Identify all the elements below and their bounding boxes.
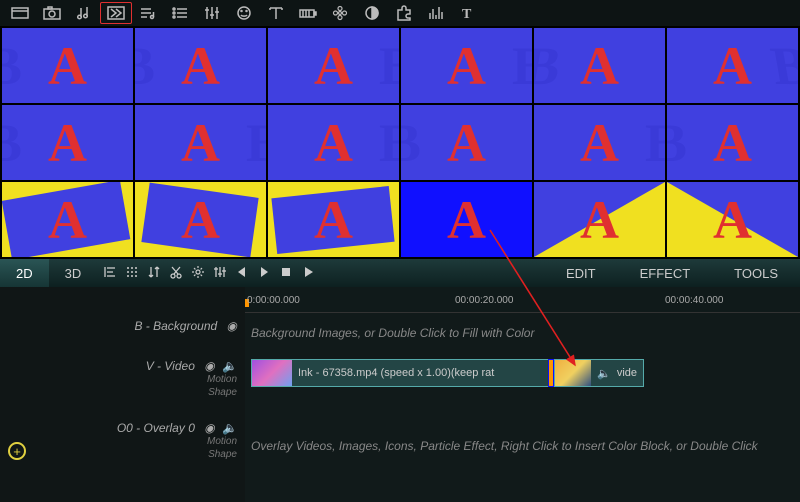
transition-thumb[interactable]: BA — [667, 28, 798, 103]
add-track-button[interactable]: + — [8, 442, 26, 460]
cut-icon[interactable] — [169, 265, 183, 282]
ruler-tick: 00:00:20.000 — [455, 295, 513, 306]
transition-icon[interactable] — [100, 2, 132, 24]
transition-thumb[interactable]: BA — [268, 28, 399, 103]
tab-effect[interactable]: EFFECT — [618, 266, 713, 281]
ruler-tick: 0:00:00.000 — [247, 295, 300, 306]
transition-thumb[interactable]: BA — [135, 28, 266, 103]
playlist-icon[interactable] — [132, 2, 164, 24]
transition-thumb[interactable]: A — [268, 182, 399, 257]
track-lane-background[interactable]: Background Images, or Double Click to Fi… — [245, 313, 800, 353]
eye-icon[interactable]: ◉ — [204, 359, 214, 373]
track-header-overlay[interactable]: O0 - Overlay 0 ◉ 🔈 Motion Shape — [0, 415, 245, 477]
play-icon[interactable] — [301, 265, 315, 282]
timeline-tracks[interactable]: 0:00:00.000 00:00:20.000 00:00:40.000 Ba… — [245, 287, 800, 502]
video-clip[interactable]: Ink - 67358.mp4 (speed x 1.00)(keep rat — [251, 359, 551, 387]
transition-thumb[interactable]: BA — [2, 28, 133, 103]
align-left-icon[interactable] — [103, 265, 117, 282]
sliders-icon[interactable] — [213, 265, 227, 282]
type-icon[interactable]: T — [452, 2, 484, 24]
track-hint: Background Images, or Double Click to Fi… — [251, 326, 534, 340]
transition-thumb[interactable]: A — [667, 182, 798, 257]
ruler-tick: 00:00:40.000 — [665, 295, 723, 306]
battery-icon[interactable] — [292, 2, 324, 24]
panel-bar: 2D 3D EDIT EFFECT TOOLS — [0, 259, 800, 287]
transition-thumb[interactable]: BA — [534, 105, 665, 180]
frame-icon[interactable] — [4, 2, 36, 24]
clip-label: Ink - 67358.mp4 (speed x 1.00)(keep rat — [292, 367, 500, 379]
stop-icon[interactable] — [279, 265, 293, 282]
transition-thumb[interactable]: BA — [268, 105, 399, 180]
timeline-ruler[interactable]: 0:00:00.000 00:00:20.000 00:00:40.000 — [245, 287, 800, 313]
track-header-background[interactable]: B - Background ◉ — [0, 313, 245, 353]
smiley-icon[interactable] — [228, 2, 260, 24]
timeline-track-headers: B - Background ◉ V - Video ◉ 🔈 Motion Sh… — [0, 287, 245, 502]
speaker-icon[interactable]: 🔈 — [222, 359, 237, 373]
equalizer-icon[interactable] — [420, 2, 452, 24]
transition-thumb[interactable]: A — [2, 182, 133, 257]
clip-thumbnail — [555, 360, 591, 386]
speaker-icon[interactable]: 🔈 — [222, 421, 237, 435]
track-lane-overlay[interactable]: Overlay Videos, Images, Icons, Particle … — [245, 415, 800, 477]
timeline: B - Background ◉ V - Video ◉ 🔈 Motion Sh… — [0, 287, 800, 502]
transition-thumb[interactable]: BA — [135, 105, 266, 180]
gear-icon[interactable] — [191, 265, 205, 282]
next-icon[interactable] — [257, 265, 271, 282]
puzzle-icon[interactable] — [388, 2, 420, 24]
transition-thumb[interactable]: BA — [534, 28, 665, 103]
eye-icon[interactable]: ◉ — [227, 319, 237, 333]
tab-3d[interactable]: 3D — [49, 259, 98, 287]
track-sub-motion: Motion — [0, 373, 237, 386]
tab-2d[interactable]: 2D — [0, 259, 49, 287]
transition-thumb[interactable]: BA — [667, 105, 798, 180]
grid-icon[interactable] — [125, 265, 139, 282]
contrast-icon[interactable] — [356, 2, 388, 24]
music-icon[interactable] — [68, 2, 100, 24]
prev-icon[interactable] — [235, 265, 249, 282]
top-toolbar: T — [0, 0, 800, 26]
text-t-icon[interactable] — [260, 2, 292, 24]
panel-mid-icons — [97, 265, 321, 282]
tab-tools[interactable]: TOOLS — [712, 266, 800, 281]
clip-speaker-icon: 🔈 — [591, 367, 617, 380]
track-label: V - Video — [146, 359, 195, 373]
track-hint: Overlay Videos, Images, Icons, Particle … — [251, 439, 758, 453]
transition-thumb[interactable]: BA — [401, 28, 532, 103]
tune-icon[interactable] — [196, 2, 228, 24]
transition-marker[interactable] — [548, 359, 554, 387]
clip-label: vide — [617, 367, 643, 379]
transition-thumb[interactable]: BA — [2, 105, 133, 180]
track-lane-video[interactable]: Ink - 67358.mp4 (speed x 1.00)(keep rat … — [245, 353, 800, 415]
camera-icon[interactable] — [36, 2, 68, 24]
transition-thumb[interactable]: A — [534, 182, 665, 257]
track-label: B - Background — [134, 319, 217, 333]
flower-icon[interactable] — [324, 2, 356, 24]
track-sub-shape: Shape — [0, 386, 237, 399]
transition-thumb[interactable]: BA — [401, 105, 532, 180]
track-label: O0 - Overlay 0 — [117, 421, 195, 435]
transition-thumb[interactable]: A — [135, 182, 266, 257]
track-sub-shape: Shape — [0, 448, 237, 461]
clip-thumbnail — [252, 360, 292, 386]
track-sub-motion: Motion — [0, 435, 237, 448]
eye-icon[interactable]: ◉ — [204, 421, 214, 435]
video-clip[interactable]: 🔈 vide — [554, 359, 644, 387]
transition-grid: BA BA BA BA BA BA BA BA BA BA BA BA A A … — [0, 26, 800, 259]
track-header-video[interactable]: V - Video ◉ 🔈 Motion Shape — [0, 353, 245, 415]
sort-icon[interactable] — [147, 265, 161, 282]
list-icon[interactable] — [164, 2, 196, 24]
svg-text:T: T — [462, 7, 472, 21]
transition-thumb-selected[interactable]: A — [401, 182, 532, 257]
tab-edit[interactable]: EDIT — [544, 266, 618, 281]
